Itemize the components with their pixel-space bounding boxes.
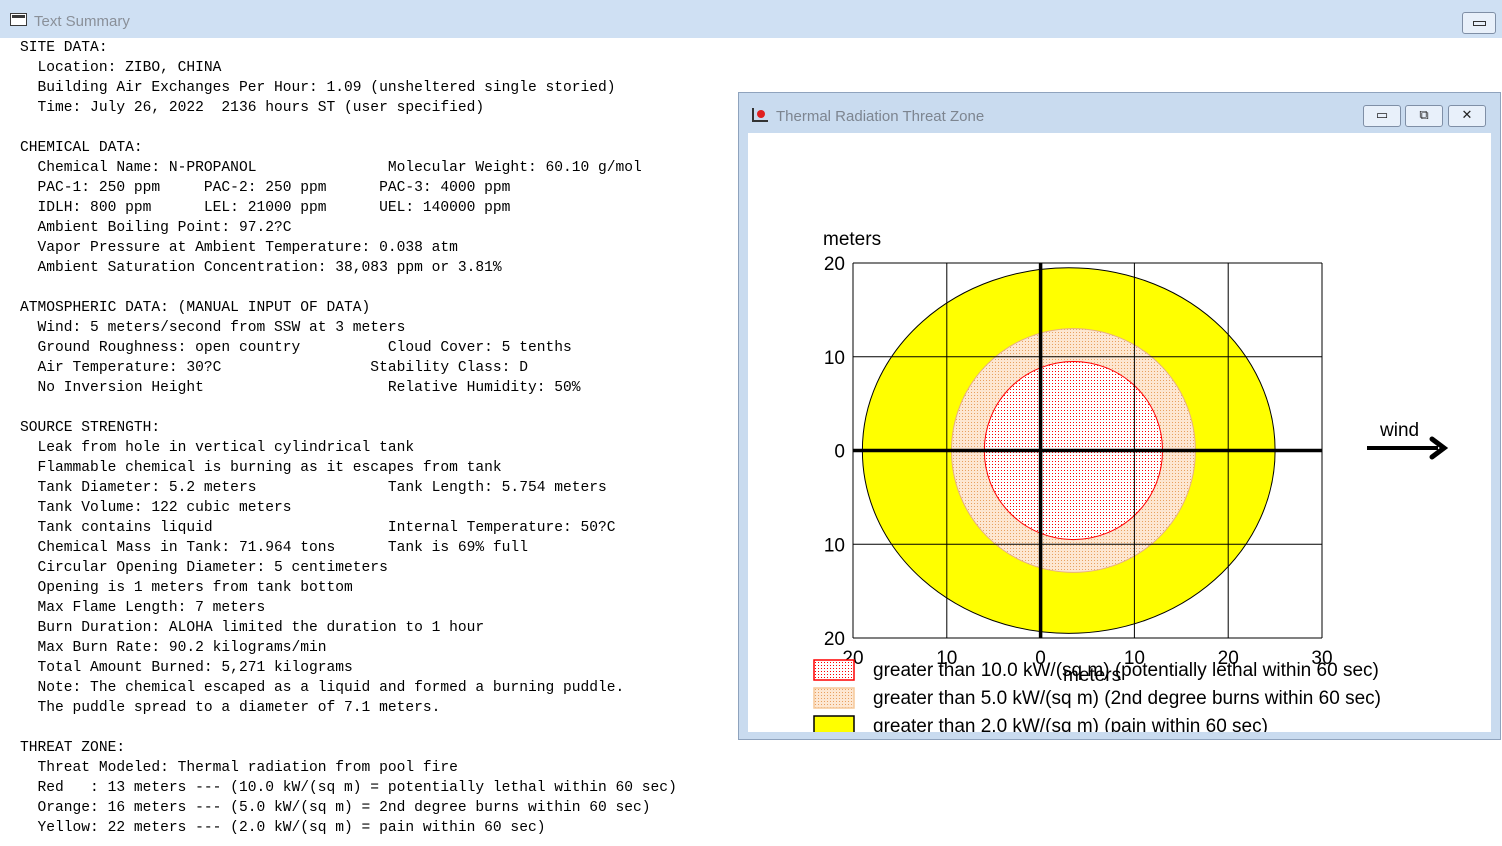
summary-line: Ambient Saturation Concentration: 38,083… <box>20 260 502 276</box>
legend-label: greater than 10.0 kW/(sq m) (potentially… <box>873 660 1379 681</box>
child-restore-button[interactable]: ⧉ <box>1405 105 1443 127</box>
summary-line: Chemical Name: N-PROPANOL Molecular Weig… <box>20 160 642 176</box>
summary-line: Red : 13 meters --- (10.0 kW/(sq m) = po… <box>20 780 677 796</box>
summary-line: Tank Volume: 122 cubic meters <box>20 500 292 516</box>
summary-line: Total Amount Burned: 5,271 kilograms <box>20 660 353 676</box>
y-tick-label: 20 <box>824 254 845 275</box>
summary-line <box>20 118 780 138</box>
threat-zone-title-bar[interactable]: Thermal Radiation Threat Zone ▭ ⧉ ✕ <box>739 93 1500 133</box>
legend-item: greater than 2.0 kW/(sq m) (pain within … <box>813 715 1268 737</box>
summary-line: SITE DATA: <box>20 40 108 56</box>
summary-line: No Inversion Height Relative Humidity: 5… <box>20 380 581 396</box>
summary-line: CHEMICAL DATA: <box>20 140 143 156</box>
legend-label: greater than 2.0 kW/(sq m) (pain within … <box>873 716 1268 732</box>
summary-line: Circular Opening Diameter: 5 centimeters <box>20 560 388 576</box>
y-tick-label: 10 <box>824 535 845 556</box>
summary-line: Opening is 1 meters from tank bottom <box>20 580 353 596</box>
legend-swatch <box>813 687 855 709</box>
summary-line: Tank contains liquid Internal Temperatur… <box>20 520 616 536</box>
y-tick-label: 10 <box>824 348 845 369</box>
main-window-title: Text Summary <box>34 13 130 30</box>
legend-label: greater than 5.0 kW/(sq m) (2nd degree b… <box>873 688 1381 709</box>
summary-line: Burn Duration: ALOHA limited the duratio… <box>20 620 485 636</box>
child-minimize-button[interactable]: ▭ <box>1363 105 1401 127</box>
summary-line: Threat Modeled: Thermal radiation from p… <box>20 760 458 776</box>
summary-line: Yellow: 22 meters --- (2.0 kW/(sq m) = p… <box>20 820 546 836</box>
wind-label: wind <box>1379 420 1419 441</box>
text-window-icon <box>10 13 27 26</box>
summary-line: Air Temperature: 30?C Stability Class: D <box>20 360 528 376</box>
legend-item: greater than 5.0 kW/(sq m) (2nd degree b… <box>813 687 1381 709</box>
summary-line: Orange: 16 meters --- (5.0 kW/(sq m) = 2… <box>20 800 651 816</box>
wind-indicator: wind <box>1367 420 1449 460</box>
threat-zone-window-title: Thermal Radiation Threat Zone <box>776 108 985 125</box>
threat-zone-window[interactable]: Thermal Radiation Threat Zone ▭ ⧉ ✕ 20 10… <box>738 92 1501 740</box>
summary-line: Max Burn Rate: 90.2 kilograms/min <box>20 640 327 656</box>
summary-line <box>20 278 780 298</box>
summary-line: Ground Roughness: open country Cloud Cov… <box>20 340 572 356</box>
summary-line <box>20 718 780 738</box>
summary-line: ATMOSPHERIC DATA: (MANUAL INPUT OF DATA) <box>20 300 371 316</box>
summary-line: IDLH: 800 ppm LEL: 21000 ppm UEL: 140000… <box>20 200 511 216</box>
summary-line <box>20 398 780 418</box>
summary-line: The puddle spread to a diameter of 7.1 m… <box>20 700 441 716</box>
y-tick-label: 0 <box>834 442 845 463</box>
main-title-bar[interactable]: Text Summary <box>0 0 1502 38</box>
legend-swatch <box>813 659 855 681</box>
summary-line: Vapor Pressure at Ambient Temperature: 0… <box>20 240 458 256</box>
summary-line: Location: ZIBO, CHINA <box>20 60 222 76</box>
summary-line: Tank Diameter: 5.2 meters Tank Length: 5… <box>20 480 607 496</box>
threat-zone-plot-area: 20 10 0 10 20 30 20 10 0 10 20 meters meters wind … <box>748 133 1491 737</box>
summary-line: Wind: 5 meters/second from SSW at 3 mete… <box>20 320 406 336</box>
summary-line: Flammable chemical is burning as it esca… <box>20 460 502 476</box>
y-tick-label: 20 <box>824 629 845 650</box>
y-axis-label: meters <box>823 229 881 250</box>
summary-line: Note: The chemical escaped as a liquid a… <box>20 680 625 696</box>
chart-icon <box>752 108 768 122</box>
summary-line: PAC-1: 250 ppm PAC-2: 250 ppm PAC-3: 400… <box>20 180 511 196</box>
summary-line: Ambient Boiling Point: 97.2?C <box>20 220 292 236</box>
summary-line: Max Flame Length: 7 meters <box>20 600 266 616</box>
summary-line: Leak from hole in vertical cylindrical t… <box>20 440 415 456</box>
summary-line: Building Air Exchanges Per Hour: 1.09 (u… <box>20 80 616 96</box>
threat-zone-chart: 20 10 0 10 20 30201001020 meters meters wind … <box>813 229 1449 737</box>
legend-swatch <box>813 715 855 737</box>
child-close-button[interactable]: ✕ <box>1448 105 1486 127</box>
main-minimize-button[interactable] <box>1462 12 1496 34</box>
summary-line: THREAT ZONE: <box>20 740 126 756</box>
summary-line: Time: July 26, 2022 2136 hours ST (user … <box>20 100 485 116</box>
text-summary-content: SITE DATA: Location: ZIBO, CHINA Buildin… <box>20 38 780 838</box>
minimize-icon <box>1473 21 1486 26</box>
summary-line: SOURCE STRENGTH: <box>20 420 161 436</box>
legend-item: greater than 10.0 kW/(sq m) (potentially… <box>813 659 1379 681</box>
summary-line: Chemical Mass in Tank: 71.964 tons Tank … <box>20 540 528 556</box>
